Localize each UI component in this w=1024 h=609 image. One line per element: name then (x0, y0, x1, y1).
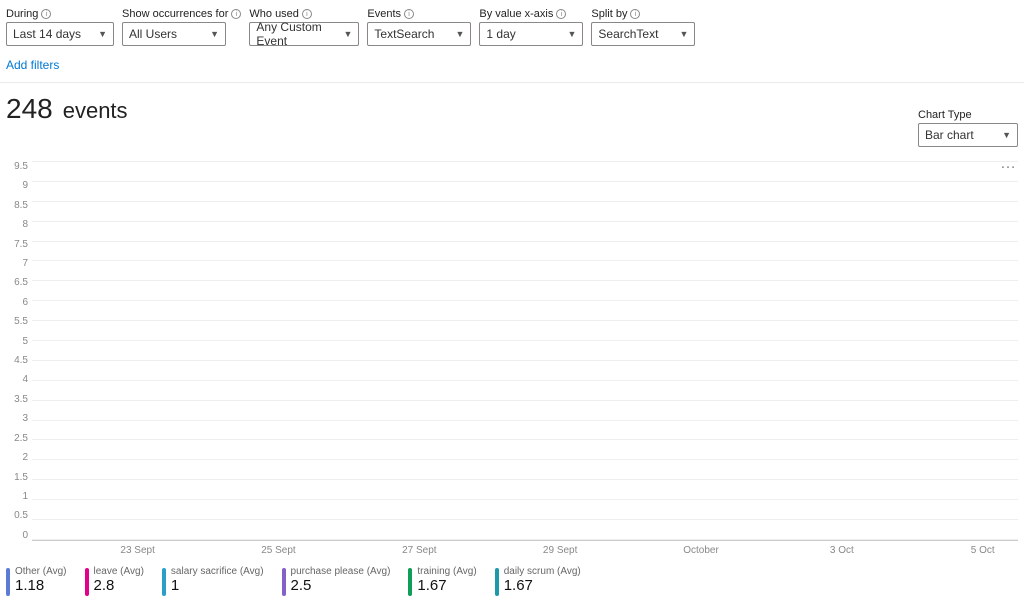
legend-color-chip (162, 568, 166, 596)
chevron-down-icon: ▼ (210, 29, 219, 39)
x-tick: 23 Sept (102, 545, 172, 556)
chevron-down-icon: ▼ (567, 29, 576, 39)
chevron-down-icon: ▼ (343, 29, 352, 39)
bar-col[interactable] (558, 161, 623, 540)
chart-type-dropdown[interactable]: Bar chart ▼ (918, 123, 1018, 147)
x-tick: 27 Sept (384, 545, 454, 556)
x-tick (736, 545, 806, 556)
chart-plot (32, 161, 1018, 541)
info-icon[interactable]: i (404, 9, 414, 19)
events-label: events (63, 98, 128, 124)
x-tick: October (666, 545, 736, 556)
info-icon[interactable]: i (630, 9, 640, 19)
filter-label: Who usedi (249, 8, 359, 20)
filter-label: Split byi (591, 8, 695, 20)
chart-type-value: Bar chart (925, 128, 974, 142)
chevron-down-icon: ▼ (455, 29, 464, 39)
bar-col[interactable] (689, 161, 754, 540)
info-icon[interactable]: i (556, 9, 566, 19)
bar-col[interactable] (885, 161, 950, 540)
filter-label: By value x-axisi (479, 8, 583, 20)
divider (0, 82, 1024, 83)
bar-col[interactable] (754, 161, 819, 540)
filter-dropdown[interactable]: 1 day▼ (479, 22, 583, 46)
info-icon[interactable]: i (41, 9, 51, 19)
chevron-down-icon: ▼ (679, 29, 688, 39)
info-icon[interactable]: i (302, 9, 312, 19)
bar-col[interactable] (34, 161, 99, 540)
legend-item[interactable]: Other (Avg)1.18 (6, 566, 67, 596)
bar-col[interactable] (623, 161, 688, 540)
x-tick (595, 545, 665, 556)
x-tick (32, 545, 102, 556)
filter-label: Eventsi (367, 8, 471, 20)
bar-col[interactable] (951, 161, 1016, 540)
bar-col[interactable] (165, 161, 230, 540)
chevron-down-icon: ▼ (98, 29, 107, 39)
legend-item[interactable]: training (Avg)1.67 (408, 566, 476, 596)
x-tick (455, 545, 525, 556)
filter-dropdown[interactable]: Any Custom Event▼ (249, 22, 359, 46)
bar-col[interactable] (296, 161, 361, 540)
legend-item[interactable]: purchase please (Avg)2.5 (282, 566, 391, 596)
add-filters-link[interactable]: Add filters (0, 46, 65, 78)
legend-color-chip (6, 568, 10, 596)
x-axis: 23 Sept 25 Sept 27 Sept 29 Sept October 3 Oct… (32, 541, 1018, 556)
legend-color-chip (282, 568, 286, 596)
filter-label: Show occurrences fori (122, 8, 241, 20)
filter-label: Duringi (6, 8, 114, 20)
x-tick: 29 Sept (525, 545, 595, 556)
filter-dropdown[interactable]: All Users▼ (122, 22, 226, 46)
chevron-down-icon: ▼ (1002, 130, 1011, 140)
legend-item[interactable]: daily scrum (Avg)1.67 (495, 566, 581, 596)
bar-col[interactable] (361, 161, 426, 540)
filter-dropdown[interactable]: Last 14 days▼ (6, 22, 114, 46)
filter-dropdown[interactable]: SearchText▼ (591, 22, 695, 46)
x-tick: 25 Sept (243, 545, 313, 556)
bar-col[interactable] (230, 161, 295, 540)
legend-color-chip (495, 568, 499, 596)
legend-color-chip (85, 568, 89, 596)
y-axis: 9.598.587.576.565.554.543.532.521.510.50 (6, 161, 32, 541)
bar-col[interactable] (99, 161, 164, 540)
x-tick (314, 545, 384, 556)
x-tick: 5 Oct (947, 545, 1017, 556)
info-icon[interactable]: i (231, 9, 241, 19)
x-tick (877, 545, 947, 556)
bar-col[interactable] (820, 161, 885, 540)
bar-col[interactable] (427, 161, 492, 540)
filter-dropdown[interactable]: TextSearch▼ (367, 22, 471, 46)
events-count: 248 (6, 93, 53, 125)
x-tick (173, 545, 243, 556)
legend-item[interactable]: salary sacrifice (Avg)1 (162, 566, 264, 596)
legend-item[interactable]: leave (Avg)2.8 (85, 566, 144, 596)
legend-color-chip (408, 568, 412, 596)
x-tick: 3 Oct (807, 545, 877, 556)
bar-col[interactable] (492, 161, 557, 540)
chart-type-label: Chart Type (918, 109, 972, 121)
